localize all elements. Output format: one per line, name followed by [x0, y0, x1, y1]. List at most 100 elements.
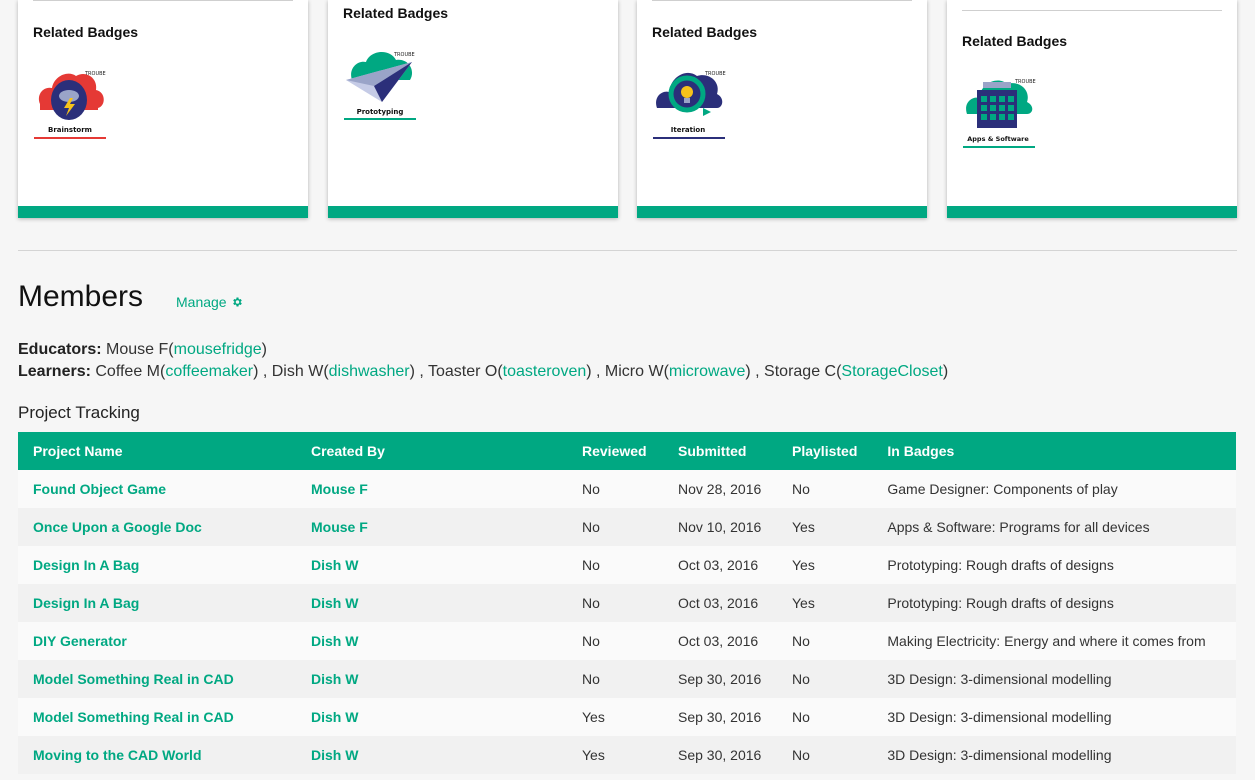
playlisted-cell: No [777, 470, 873, 508]
submitted-cell: Sep 30, 2016 [663, 698, 777, 736]
table-header-row: Project Name Created By Reviewed Submitt… [18, 432, 1236, 470]
reviewed-cell: Yes [567, 736, 663, 774]
learner-username-link[interactable]: toasteroven [503, 363, 587, 380]
submitted-cell: Sep 30, 2016 [663, 660, 777, 698]
playlisted-cell: No [777, 698, 873, 736]
badge-org-text: TROUBE [84, 71, 106, 77]
column-header-submitted[interactable]: Submitted [663, 432, 777, 470]
playlisted-cell: No [777, 660, 873, 698]
table-row: Model Something Real in CAD Dish W Yes S… [18, 698, 1236, 736]
project-name-link[interactable]: Design In A Bag [18, 546, 296, 584]
table-row: Moving to the CAD World Dish W Yes Sep 3… [18, 736, 1236, 774]
creator-link[interactable]: Dish W [296, 698, 567, 736]
project-name-link[interactable]: Found Object Game [18, 470, 296, 508]
project-name-link[interactable]: DIY Generator [18, 622, 296, 660]
related-badges-heading: Related Badges [33, 24, 139, 40]
project-name-link[interactable]: Model Something Real in CAD [18, 698, 296, 736]
learners-line: Learners: Coffee M(coffeemaker) , Dish W… [18, 363, 949, 380]
badge-org-text: TROUBE [704, 71, 726, 77]
app-grid-icon: TROUBE Apps & Software [963, 79, 1036, 148]
educator-name: Mouse F [106, 341, 169, 358]
manage-label: Manage [176, 294, 227, 310]
educator-username-link[interactable]: mousefridge [174, 341, 262, 358]
table-row: DIY Generator Dish W No Oct 03, 2016 No … [18, 622, 1236, 660]
creator-link[interactable]: Dish W [296, 584, 567, 622]
paper-plane-icon: TROUBE Prototyping [344, 51, 416, 120]
learner-username-link[interactable]: microwave [669, 363, 745, 380]
learner-name: Micro W [604, 363, 664, 380]
project-tracking-table: Project Name Created By Reviewed Submitt… [18, 432, 1236, 774]
table-row: Model Something Real in CAD Dish W No Se… [18, 660, 1236, 698]
card-accent-bar [18, 206, 308, 218]
submitted-cell: Oct 03, 2016 [663, 546, 777, 584]
learners-label: Learners: [18, 363, 91, 380]
storm-cloud-icon: TROUBE Brainstorm [34, 71, 106, 139]
playlisted-cell: Yes [777, 584, 873, 622]
badge-org-text: TROUBE [1014, 79, 1036, 85]
column-header-playlisted[interactable]: Playlisted [777, 432, 873, 470]
playlisted-cell: Yes [777, 508, 873, 546]
project-tracking-title: Project Tracking [18, 403, 140, 422]
project-card-3: Related Badges TROUBE Iteration [637, 0, 927, 218]
manage-link[interactable]: Manage [176, 294, 243, 310]
submitted-cell: Nov 10, 2016 [663, 508, 777, 546]
educators-label: Educators: [18, 341, 102, 358]
lightbulb-cycle-icon: TROUBE Iteration [653, 71, 726, 139]
submitted-cell: Oct 03, 2016 [663, 584, 777, 622]
playlisted-cell: Yes [777, 546, 873, 584]
submitted-cell: Oct 03, 2016 [663, 622, 777, 660]
column-header-created-by[interactable]: Created By [296, 432, 567, 470]
badge-iteration[interactable]: TROUBE Iteration [651, 64, 727, 144]
column-header-reviewed[interactable]: Reviewed [567, 432, 663, 470]
in-badges-cell: 3D Design: 3-dimensional modelling [872, 660, 1236, 698]
column-header-in-badges[interactable]: In Badges [872, 432, 1236, 470]
in-badges-cell: 3D Design: 3-dimensional modelling [872, 736, 1236, 774]
educators-line: Educators: Mouse F(mousefridge) [18, 341, 267, 358]
reviewed-cell: No [567, 470, 663, 508]
related-badges-heading: Related Badges [962, 33, 1068, 49]
table-row: Design In A Bag Dish W No Oct 03, 2016 Y… [18, 546, 1236, 584]
project-name-link[interactable]: Design In A Bag [18, 584, 296, 622]
table-row: Once Upon a Google Doc Mouse F No Nov 10… [18, 508, 1236, 546]
creator-link[interactable]: Dish W [296, 660, 567, 698]
creator-link[interactable]: Dish W [296, 736, 567, 774]
card-accent-bar [328, 206, 618, 218]
project-name-link[interactable]: Moving to the CAD World [18, 736, 296, 774]
card-accent-bar [637, 206, 927, 218]
section-divider [18, 250, 1237, 251]
in-badges-cell: Prototyping: Rough drafts of designs [872, 546, 1236, 584]
learner-username-link[interactable]: dishwasher [329, 363, 410, 380]
badge-label: Apps & Software [967, 135, 1029, 143]
reviewed-cell: No [567, 546, 663, 584]
badge-apps-software[interactable]: TROUBE Apps & Software [961, 74, 1037, 154]
project-name-link[interactable]: Once Upon a Google Doc [18, 508, 296, 546]
creator-link[interactable]: Mouse F [296, 470, 567, 508]
learner-name: Coffee M [95, 363, 160, 380]
project-card-2: Related Badges TROUBE Prototyping [328, 0, 618, 218]
card-divider [33, 0, 293, 1]
creator-link[interactable]: Mouse F [296, 508, 567, 546]
learner-username-link[interactable]: StorageCloset [841, 363, 942, 380]
creator-link[interactable]: Dish W [296, 546, 567, 584]
project-name-link[interactable]: Model Something Real in CAD [18, 660, 296, 698]
creator-link[interactable]: Dish W [296, 622, 567, 660]
table-row: Found Object Game Mouse F No Nov 28, 201… [18, 470, 1236, 508]
project-card-1: Related Badges TROUBE Brainstorm [18, 0, 308, 218]
learner-name: Toaster O [427, 363, 498, 380]
card-accent-bar [947, 206, 1237, 218]
project-card-4: Related Badges TROUBE Apps & Software [947, 0, 1237, 218]
badge-prototyping[interactable]: TROUBE Prototyping [342, 46, 418, 126]
reviewed-cell: No [567, 508, 663, 546]
learner-name: Storage C [764, 363, 837, 380]
learner-name: Dish W [271, 363, 324, 380]
table-row: Design In A Bag Dish W No Oct 03, 2016 Y… [18, 584, 1236, 622]
learner-username-link[interactable]: coffeemaker [165, 363, 253, 380]
badge-org-text: TROUBE [393, 52, 415, 58]
reviewed-cell: No [567, 660, 663, 698]
badge-brainstorm[interactable]: TROUBE Brainstorm [32, 64, 108, 144]
submitted-cell: Nov 28, 2016 [663, 470, 777, 508]
column-header-project-name[interactable]: Project Name [18, 432, 296, 470]
in-badges-cell: Making Electricity: Energy and where it … [872, 622, 1236, 660]
playlisted-cell: No [777, 736, 873, 774]
playlisted-cell: No [777, 622, 873, 660]
